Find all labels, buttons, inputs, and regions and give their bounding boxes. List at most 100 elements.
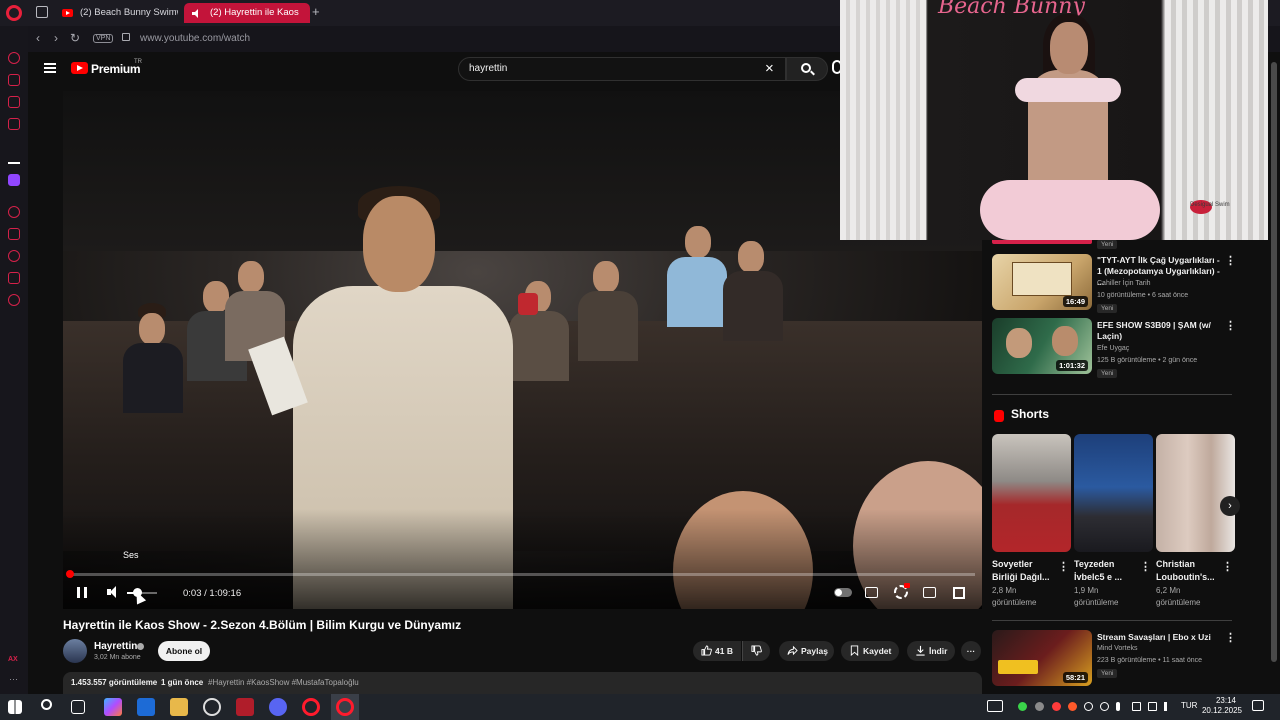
avatar[interactable] xyxy=(63,639,87,663)
tray-app-icon[interactable] xyxy=(1035,702,1044,711)
tray-app-icon[interactable] xyxy=(1052,702,1061,711)
clock-time[interactable]: 23:14 xyxy=(1208,696,1244,705)
network-icon[interactable] xyxy=(1148,702,1157,711)
keyboard-icon[interactable] xyxy=(987,700,1003,712)
windows-start-icon[interactable] xyxy=(8,700,22,714)
short-thumbnail[interactable] xyxy=(1156,434,1235,552)
autoplay-toggle[interactable] xyxy=(834,588,852,597)
tab-beach-bunny[interactable]: (2) Beach Bunny Swimwe xyxy=(54,3,178,23)
sidebar-more-icon[interactable]: ··· xyxy=(9,674,18,684)
short-thumbnail[interactable] xyxy=(1074,434,1153,552)
opera-icon[interactable] xyxy=(302,698,320,716)
youtube-logo-icon[interactable] xyxy=(71,62,88,74)
copilot-icon[interactable] xyxy=(104,698,122,716)
video-title[interactable]: Stream Savaşları | Ebo x Uzi xyxy=(1097,632,1222,643)
miniplayer-icon[interactable] xyxy=(923,587,936,598)
search-box[interactable]: hayrettin × xyxy=(458,57,786,81)
hashtags[interactable]: #Hayrettin #KaosShow #MustafaTopaloğlu xyxy=(208,678,359,687)
tiktok-icon[interactable] xyxy=(8,152,20,164)
close-icon[interactable]: × xyxy=(765,60,774,77)
picture-in-picture-window[interactable]: Beach Bunny Desigual Swim xyxy=(840,0,1268,240)
channel-name[interactable]: Hayrettin xyxy=(94,641,137,652)
lock-icon[interactable] xyxy=(122,33,130,41)
description-box[interactable]: 1.453.557 görüntüleme 1 gün önce #Hayret… xyxy=(63,672,982,694)
channel-name[interactable]: Cahiller İçin Tarih xyxy=(1097,280,1151,287)
url-field[interactable]: www.youtube.com/watch xyxy=(140,33,250,44)
progress-bar[interactable] xyxy=(70,573,975,576)
subscribe-button[interactable]: Abone ol xyxy=(158,641,210,661)
microphone-icon[interactable] xyxy=(1116,702,1120,711)
video-thumbnail[interactable]: 16:49 xyxy=(992,254,1092,310)
opera-gx-taskbar-button[interactable] xyxy=(331,694,359,720)
messenger-icon[interactable] xyxy=(8,96,20,108)
more-actions-button[interactable]: ··· xyxy=(961,641,981,661)
app-icon[interactable] xyxy=(236,698,254,716)
scrollbar[interactable] xyxy=(1268,52,1280,694)
download-button[interactable]: İndir xyxy=(907,641,955,661)
channel-name[interactable]: Mind Vorteks xyxy=(1097,645,1137,652)
video-thumbnail[interactable]: 58:21 xyxy=(992,630,1092,686)
new-tab-button[interactable]: + xyxy=(312,4,320,19)
save-button[interactable]: Kaydet xyxy=(841,641,899,661)
short-title[interactable]: Teyzeden İvbelc5 e ... xyxy=(1074,558,1140,584)
tray-app-icon[interactable] xyxy=(1018,702,1027,711)
channel-name[interactable]: Efe Uygaç xyxy=(1097,345,1129,352)
notification-icon[interactable] xyxy=(1252,700,1264,711)
like-button[interactable]: 41 B xyxy=(693,641,741,661)
video-thumbnail[interactable]: 1:01:32 xyxy=(992,318,1092,374)
history-icon[interactable] xyxy=(8,250,20,262)
vpn-badge[interactable]: VPN xyxy=(93,34,114,43)
dislike-button[interactable] xyxy=(742,641,770,661)
chevron-right-icon[interactable]: › xyxy=(1220,496,1240,516)
opera-logo-icon[interactable] xyxy=(6,5,22,21)
pause-button[interactable] xyxy=(77,587,87,598)
player-icon[interactable] xyxy=(8,206,20,218)
search-input[interactable]: hayrettin xyxy=(469,63,507,74)
kebab-menu-icon[interactable]: ⋮ xyxy=(1140,560,1151,573)
send-icon[interactable] xyxy=(8,272,20,284)
display-icon[interactable] xyxy=(1132,702,1141,711)
discord-icon[interactable] xyxy=(269,698,287,716)
tab-hayrettin[interactable]: (2) Hayrettin ile Kaos xyxy=(184,3,310,23)
short-title[interactable]: Sovyetler Birliği Dağıl... xyxy=(992,558,1058,584)
forward-icon[interactable]: › xyxy=(54,31,58,45)
reload-icon[interactable]: ↻ xyxy=(70,31,80,45)
video-title[interactable]: EFE SHOW S3B09 | ŞAM (w/ Laçin) xyxy=(1097,320,1222,342)
settings-icon[interactable] xyxy=(8,294,20,306)
scrollbar-thumb[interactable] xyxy=(1271,62,1277,662)
brand-label[interactable]: Premium xyxy=(91,62,141,76)
tray-app-icon[interactable] xyxy=(1084,702,1093,711)
search-icon[interactable] xyxy=(41,699,52,710)
speaker-icon[interactable] xyxy=(1164,702,1173,711)
kebab-menu-icon[interactable]: ⋮ xyxy=(1058,560,1069,573)
kebab-menu-icon[interactable]: ⋮ xyxy=(1225,254,1236,267)
kebab-menu-icon[interactable]: ⋮ xyxy=(1225,631,1236,644)
menu-icon[interactable] xyxy=(44,63,56,73)
progress-scrubber[interactable] xyxy=(66,570,74,578)
short-thumbnail[interactable] xyxy=(992,434,1071,552)
clock-date[interactable]: 20.12.2025 xyxy=(1200,706,1244,715)
search-button[interactable] xyxy=(786,57,828,81)
ax-label[interactable]: AX xyxy=(8,656,18,663)
shopping-icon[interactable] xyxy=(8,74,20,86)
fullscreen-icon[interactable] xyxy=(953,587,965,599)
language-indicator[interactable]: TUR xyxy=(1181,701,1197,710)
app-icon[interactable] xyxy=(203,698,221,716)
share-button[interactable]: Paylaş xyxy=(779,641,834,661)
subtitles-icon[interactable] xyxy=(865,587,878,598)
short-title[interactable]: Christian Louboutin's... xyxy=(1156,558,1222,584)
kebab-menu-icon[interactable]: ⋮ xyxy=(1222,560,1233,573)
bookmarks-icon[interactable] xyxy=(8,228,20,240)
tray-app-icon[interactable] xyxy=(1068,702,1077,711)
mail-icon[interactable] xyxy=(8,118,20,130)
tab-manager-icon[interactable] xyxy=(36,6,48,18)
kebab-menu-icon[interactable]: ⋮ xyxy=(1225,319,1236,332)
volume-icon[interactable] xyxy=(107,586,119,598)
task-view-icon[interactable] xyxy=(71,700,85,714)
twitch-icon[interactable] xyxy=(8,174,20,186)
ai-assistant-icon[interactable] xyxy=(8,52,20,64)
file-explorer-icon[interactable] xyxy=(170,698,188,716)
outlook-icon[interactable] xyxy=(137,698,155,716)
tray-app-icon[interactable] xyxy=(1100,702,1109,711)
back-icon[interactable]: ‹ xyxy=(36,31,40,45)
